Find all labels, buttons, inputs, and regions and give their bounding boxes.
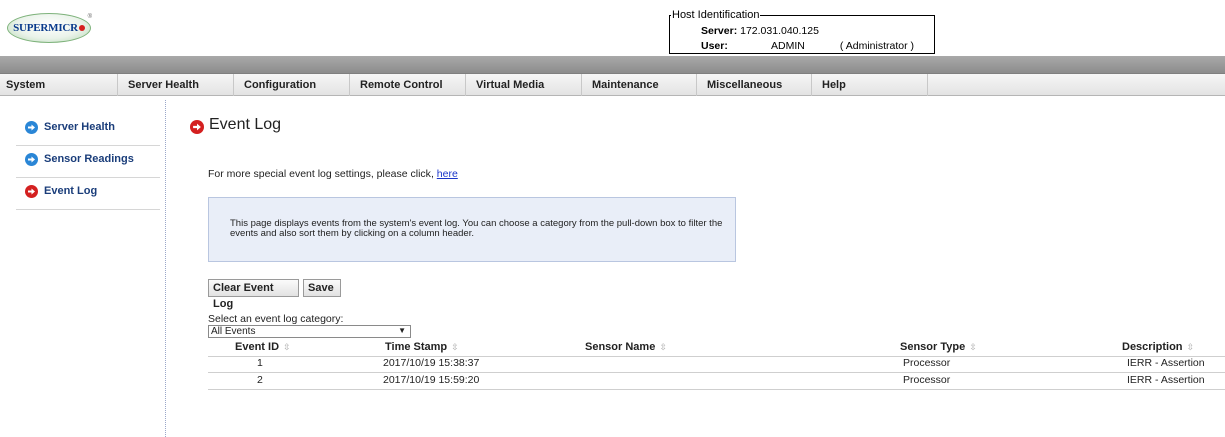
- cell-description: IERR - Assertion: [1127, 357, 1205, 369]
- settings-text: For more special event log settings, ple…: [208, 168, 431, 180]
- logo-registered-mark: ®: [87, 14, 92, 20]
- sidebar-item-label: Sensor Readings: [44, 153, 134, 165]
- sort-icon: ⇳: [1186, 342, 1195, 352]
- cell-description: IERR - Assertion: [1127, 374, 1205, 386]
- host-identification-box: Host Identification Server: 172.031.040.…: [669, 9, 935, 54]
- sidebar-item-label: Event Log: [44, 185, 98, 197]
- host-identification-legend: Host Identification: [671, 9, 761, 21]
- clear-event-log-button[interactable]: Clear Event Log: [208, 279, 299, 310]
- sidebar-item-server-health[interactable]: Server Health: [16, 114, 160, 146]
- header-label: Description: [1122, 341, 1183, 353]
- page-title: Event Log: [209, 116, 282, 133]
- user-value: ADMIN: [771, 40, 805, 52]
- header-label: Sensor Name: [585, 341, 656, 353]
- column-header-event-id[interactable]: Event ID ⇳: [235, 341, 291, 353]
- row-divider: [208, 389, 1225, 390]
- header-label: Event ID: [235, 341, 280, 353]
- red-arrow-icon: [190, 120, 204, 134]
- sidebar-item-sensor-readings[interactable]: Sensor Readings: [16, 146, 160, 178]
- sort-icon: ⇳: [969, 342, 977, 352]
- column-header-sensor-name[interactable]: Sensor Name ⇳: [585, 341, 667, 353]
- blue-arrow-icon: [25, 121, 38, 134]
- supermicro-logo: SUPERMICR ®: [7, 13, 92, 43]
- host-server-row: Server: 172.031.040.125: [701, 25, 819, 37]
- column-header-sensor-type[interactable]: Sensor Type ⇳: [900, 341, 977, 353]
- settings-here-link[interactable]: here: [437, 168, 458, 180]
- nav-remote-control[interactable]: Remote Control: [350, 74, 466, 96]
- sidebar-divider: [165, 100, 166, 437]
- cell-event-id: 1: [257, 357, 263, 369]
- server-value: 172.031.040.125: [740, 25, 819, 37]
- nav-system[interactable]: System: [0, 74, 118, 96]
- row-divider: [208, 356, 1225, 357]
- nav-help[interactable]: Help: [812, 74, 928, 96]
- main-navigation: System Server Health Configuration Remot…: [0, 73, 1225, 96]
- sidebar-item-event-log[interactable]: Event Log: [16, 178, 160, 210]
- cell-event-id: 2: [257, 374, 263, 386]
- header-grey-bar: [0, 56, 1225, 73]
- event-category-value: All Events: [211, 326, 256, 337]
- blue-arrow-icon: [25, 153, 38, 166]
- logo-text: SUPERMICR: [13, 22, 78, 34]
- header-label: Sensor Type: [900, 341, 966, 353]
- category-select-label: Select an event log category:: [208, 313, 344, 325]
- sort-icon: ⇳: [451, 342, 459, 352]
- nav-server-health[interactable]: Server Health: [118, 74, 234, 96]
- nav-miscellaneous[interactable]: Miscellaneous: [697, 74, 812, 96]
- sidebar-item-label: Server Health: [44, 121, 115, 133]
- header-label: Time Stamp: [385, 341, 448, 353]
- save-button[interactable]: Save: [303, 279, 341, 297]
- user-role: ( Administrator ): [839, 40, 915, 52]
- nav-configuration[interactable]: Configuration: [234, 74, 350, 96]
- cell-sensor-type: Processor: [903, 374, 951, 386]
- cell-time-stamp: 2017/10/19 15:38:37: [383, 357, 480, 369]
- event-category-select[interactable]: All Events ▼: [208, 325, 411, 338]
- sidebar: Server Health Sensor Readings Event Log: [16, 114, 160, 210]
- column-header-time-stamp[interactable]: Time Stamp ⇳: [385, 341, 459, 353]
- row-divider: [208, 372, 1225, 373]
- logo-dot: [78, 25, 85, 31]
- sort-icon: ⇳: [283, 342, 291, 352]
- host-user-row: User: ADMIN ( Administrator ): [701, 40, 914, 52]
- server-label: Server:: [701, 25, 738, 37]
- column-header-description[interactable]: Description ⇳: [1122, 341, 1194, 353]
- cell-sensor-type: Processor: [903, 357, 951, 369]
- nav-virtual-media[interactable]: Virtual Media: [466, 74, 582, 96]
- nav-maintenance[interactable]: Maintenance: [582, 74, 697, 96]
- user-label: User:: [701, 40, 728, 52]
- sort-icon: ⇳: [659, 342, 667, 352]
- cell-time-stamp: 2017/10/19 15:59:20: [383, 374, 480, 386]
- settings-line: For more special event log settings, ple…: [208, 168, 458, 180]
- info-box: This page displays events from the syste…: [208, 197, 736, 262]
- red-arrow-icon: [25, 185, 38, 198]
- info-text: This page displays events from the syste…: [230, 218, 723, 239]
- dropdown-arrow-icon: ▼: [398, 326, 406, 335]
